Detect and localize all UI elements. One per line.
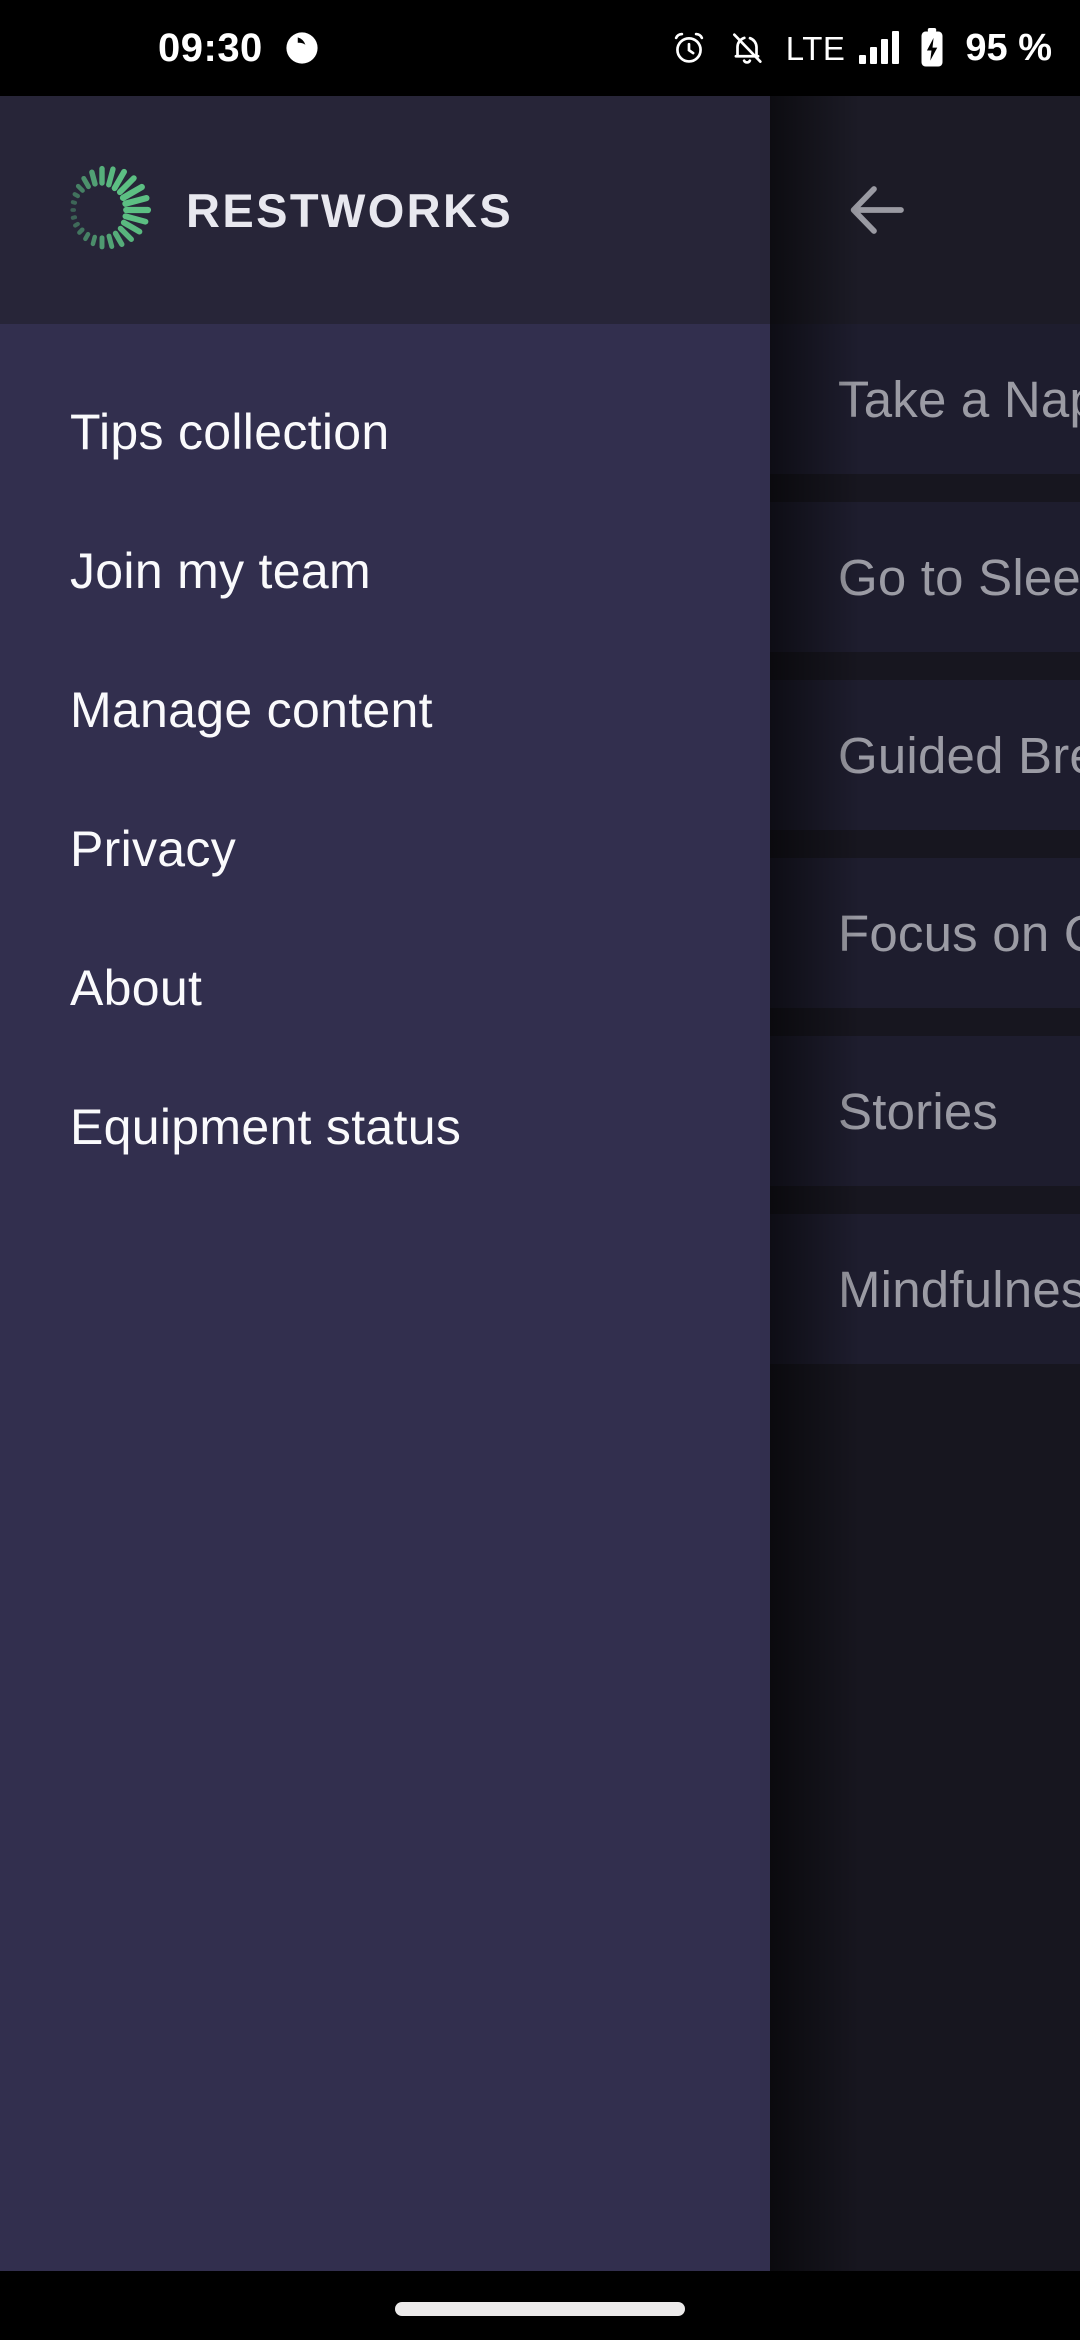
drawer-item-label: Manage content bbox=[70, 681, 433, 738]
drawer-shadow bbox=[770, 96, 860, 2271]
app-badge-icon bbox=[285, 31, 319, 65]
drawer-item-label: Join my team bbox=[70, 542, 371, 599]
drawer-item-equipment-status[interactable]: Equipment status bbox=[0, 1057, 770, 1196]
background-card-label: Focus on Calm bbox=[838, 904, 1080, 962]
content-area: Take a Nap Go to Sleep Guided Breathing … bbox=[0, 96, 1080, 2271]
background-card-label: Guided Breathing bbox=[838, 726, 1080, 784]
alarm-icon bbox=[670, 29, 708, 67]
signal-bars-icon bbox=[859, 31, 900, 64]
radial-burst-logo-icon bbox=[48, 156, 156, 264]
drawer-item-about[interactable]: About bbox=[0, 918, 770, 1057]
background-card-label: Mindfulness bbox=[838, 1260, 1080, 1318]
navigation-drawer: RESTWORKS Tips collection Join my team M… bbox=[0, 96, 770, 2271]
home-gesture-pill[interactable] bbox=[395, 2301, 685, 2316]
network-type-label: LTE bbox=[785, 29, 846, 67]
drawer-item-label: About bbox=[70, 959, 203, 1016]
phone-screen: 09:30 LTE 95 % Take a Nap Go to Slee Gui… bbox=[0, 0, 1080, 2340]
status-bar: 09:30 LTE 95 % bbox=[0, 0, 1080, 96]
status-bar-clock: 09:30 bbox=[158, 26, 263, 70]
drawer-item-label: Equipment status bbox=[70, 1098, 462, 1155]
drawer-item-manage-content[interactable]: Manage content bbox=[0, 640, 770, 779]
status-bar-left: 09:30 bbox=[158, 28, 319, 68]
background-card-label: Stories bbox=[838, 1082, 999, 1140]
drawer-menu: Tips collection Join my team Manage cont… bbox=[0, 324, 770, 1196]
drawer-item-join-my-team[interactable]: Join my team bbox=[0, 501, 770, 640]
status-bar-right: LTE 95 % bbox=[670, 0, 1052, 96]
drawer-item-label: Tips collection bbox=[70, 403, 390, 460]
brand-name: RESTWORKS bbox=[186, 183, 514, 237]
system-navigation-bar bbox=[0, 2271, 1080, 2340]
drawer-item-tips-collection[interactable]: Tips collection bbox=[0, 362, 770, 501]
background-card-label: Take a Nap bbox=[838, 370, 1080, 428]
battery-percent-label: 95 % bbox=[965, 27, 1052, 69]
battery-charging-icon bbox=[919, 27, 945, 69]
drawer-item-privacy[interactable]: Privacy bbox=[0, 779, 770, 918]
brand: RESTWORKS bbox=[48, 156, 513, 264]
notifications-muted-icon bbox=[728, 29, 766, 67]
background-card-label: Go to Sleep bbox=[838, 548, 1080, 606]
drawer-item-label: Privacy bbox=[70, 820, 237, 877]
drawer-header: RESTWORKS bbox=[0, 96, 770, 324]
